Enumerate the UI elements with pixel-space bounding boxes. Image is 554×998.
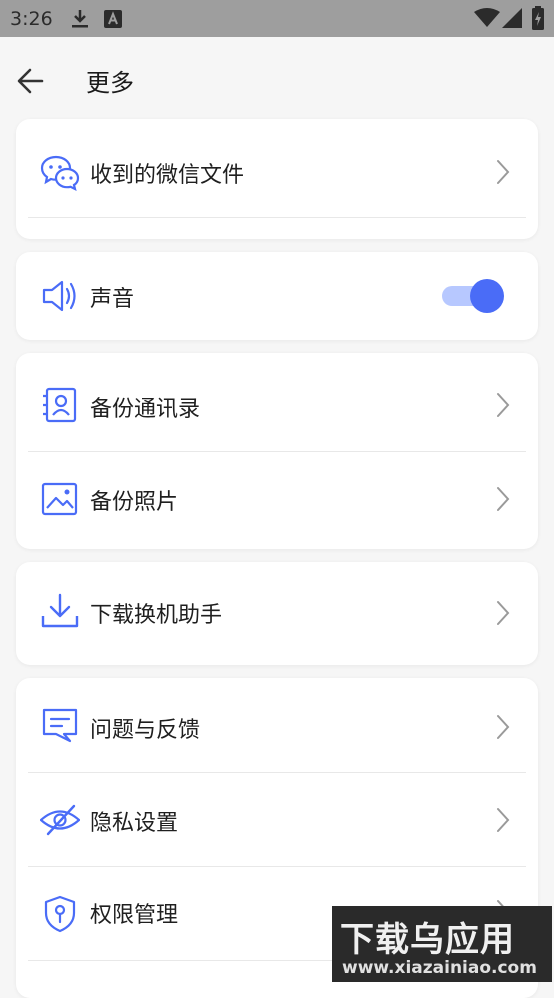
backup-card: 备份通讯录 备份照片 — [16, 353, 538, 549]
chevron-right-icon — [497, 808, 510, 832]
toggle-knob — [470, 279, 504, 313]
chevron-right-icon — [497, 393, 510, 417]
backup-photos-label: 备份照片 — [90, 490, 179, 515]
watermark: 下载乌应用 www.xiazainiao.com — [332, 906, 552, 982]
sound-toggle[interactable] — [440, 279, 504, 313]
feedback-label: 问题与反馈 — [90, 718, 201, 743]
backup-contacts-label: 备份通讯录 — [90, 397, 201, 422]
divider — [28, 217, 526, 218]
privacy-row[interactable]: 隐私设置 — [16, 773, 538, 866]
back-arrow-icon[interactable] — [10, 59, 54, 103]
download-icon — [41, 593, 79, 628]
battery-icon — [532, 6, 544, 30]
feedback-row[interactable]: 问题与反馈 — [16, 678, 538, 771]
sound-card: 声音 — [16, 252, 538, 340]
shield-icon — [44, 895, 76, 933]
chevron-right-icon — [497, 487, 510, 511]
backup-photos-row[interactable]: 备份照片 — [16, 452, 538, 545]
wifi-icon — [474, 8, 500, 27]
feedback-icon — [42, 708, 78, 743]
chevron-right-icon — [497, 601, 510, 625]
wechat-files-row[interactable]: 收到的微信文件 — [16, 125, 538, 218]
eye-off-icon — [40, 804, 80, 836]
photo-icon — [41, 482, 78, 516]
sound-row: 声音 — [16, 252, 538, 340]
status-time: 3:26 — [10, 8, 53, 30]
sound-label: 声音 — [90, 287, 135, 312]
download-assistant-row[interactable]: 下载换机助手 — [16, 566, 538, 659]
wechat-files-card: 收到的微信文件 — [16, 119, 538, 239]
watermark-title: 下载乌应用 — [340, 920, 515, 960]
download-card: 下载换机助手 — [16, 562, 538, 665]
speaker-icon — [42, 280, 76, 312]
chevron-right-icon — [497, 160, 510, 184]
privacy-label: 隐私设置 — [90, 811, 179, 836]
contacts-icon — [43, 387, 77, 423]
download-status-icon — [72, 10, 88, 28]
wechat-files-label: 收到的微信文件 — [90, 163, 245, 188]
page-title: 更多 — [86, 69, 134, 97]
signal-icon — [502, 8, 522, 28]
watermark-url: www.xiazainiao.com — [342, 958, 537, 978]
permission-label: 权限管理 — [90, 903, 179, 928]
wechat-icon — [40, 155, 80, 191]
download-assistant-label: 下载换机助手 — [90, 603, 223, 628]
backup-contacts-row[interactable]: 备份通讯录 — [16, 358, 538, 451]
chevron-right-icon — [497, 715, 510, 739]
a-status-icon — [104, 10, 122, 28]
app-bar: 更多 — [0, 37, 554, 121]
status-bar: 3:26 — [0, 0, 554, 37]
